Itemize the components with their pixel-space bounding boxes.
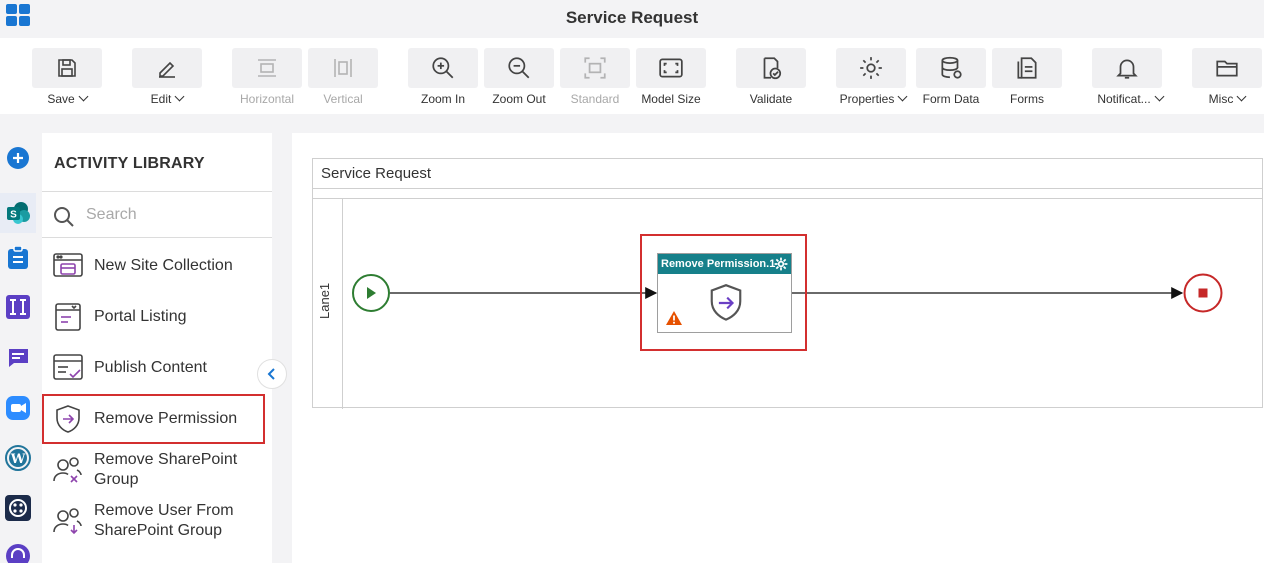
portal-listing-icon: [55, 303, 81, 331]
search-input[interactable]: [86, 206, 256, 224]
model-size-label[interactable]: Model Size: [636, 92, 706, 106]
library-title: ACTIVITY LIBRARY: [54, 155, 205, 172]
zoom-out-label[interactable]: Zoom Out: [484, 92, 554, 106]
svg-text:W: W: [10, 452, 26, 467]
zoom-in-button[interactable]: [408, 48, 478, 88]
stop-icon: [1198, 288, 1208, 298]
notifications-label[interactable]: Notificat...: [1090, 91, 1170, 106]
start-event[interactable]: [352, 274, 390, 312]
left-rail: S W: [0, 133, 36, 563]
process-canvas[interactable]: Service Request Lane1 Remove Permission.…: [292, 133, 1264, 563]
standard-size-icon: [584, 57, 606, 79]
chat-icon[interactable]: [5, 345, 31, 371]
horizontal-label: Horizontal: [239, 92, 295, 106]
shield-icon: [56, 405, 80, 433]
activity-header: Remove Permission.1: [658, 254, 791, 274]
forms-button[interactable]: [992, 48, 1062, 88]
toolbar: Save Edit Horizontal Vertical Zoom In Zo…: [0, 38, 1264, 114]
library-item-remove-user-from-sharepoint-group[interactable]: Remove User From SharePoint Group: [42, 496, 272, 546]
bell-icon: [1116, 59, 1138, 79]
library-item-label: New Site Collection: [94, 257, 233, 274]
document-icon: [52, 556, 84, 563]
model-size-button[interactable]: [636, 48, 706, 88]
remove-user-icon: [53, 508, 82, 535]
library-item-label: Remove SharePoint Group: [94, 451, 238, 488]
sharepoint-icon[interactable]: S: [0, 193, 36, 233]
svg-text:S: S: [10, 210, 17, 221]
validate-button[interactable]: [736, 48, 806, 88]
vertical-button[interactable]: [308, 48, 378, 88]
folder-icon: [1216, 60, 1238, 77]
wordpress-icon[interactable]: W: [5, 445, 31, 471]
support-icon[interactable]: [5, 543, 31, 563]
zoom-out-button[interactable]: [484, 48, 554, 88]
database-icon: [941, 56, 962, 79]
form-data-button[interactable]: [916, 48, 986, 88]
activity-remove-permission[interactable]: Remove Permission.1: [657, 253, 792, 333]
library-item-portal-listing[interactable]: Portal Listing: [42, 292, 272, 342]
site-collection-icon: [53, 253, 83, 277]
window-title: Service Request: [565, 8, 699, 27]
edit-button[interactable]: [132, 48, 202, 88]
remove-group-icon: [53, 457, 82, 483]
library-item-label: Remove Permission: [94, 410, 238, 427]
pencil-icon: [159, 61, 175, 78]
vertical-align-icon: [334, 59, 352, 77]
add-icon[interactable]: [5, 145, 31, 171]
shield-icon: [710, 284, 742, 321]
zoom-icon[interactable]: [5, 395, 31, 421]
clipboard-icon[interactable]: [5, 245, 31, 271]
validate-label[interactable]: Validate: [736, 92, 806, 106]
activity-title: Remove Permission.1: [661, 258, 776, 270]
misc-button[interactable]: [1192, 48, 1262, 88]
horizontal-align-icon: [258, 59, 276, 77]
divider: [42, 237, 272, 238]
edit-label[interactable]: Edit: [132, 91, 202, 106]
save-label[interactable]: Save: [32, 91, 102, 106]
divider: [42, 191, 272, 192]
search-icon: [54, 207, 74, 227]
text-icon[interactable]: [6, 295, 30, 319]
fit-screen-icon: [659, 58, 683, 78]
validate-icon: [763, 57, 782, 80]
forms-label[interactable]: Forms: [992, 92, 1062, 106]
gear-icon[interactable]: [774, 257, 788, 271]
gear-icon: [860, 57, 882, 79]
notifications-button[interactable]: [1092, 48, 1162, 88]
dial-icon[interactable]: [5, 495, 31, 521]
misc-label[interactable]: Misc: [1192, 91, 1262, 106]
form-data-label[interactable]: Form Data: [916, 92, 986, 106]
title-bar: Service Request: [0, 0, 1264, 38]
library-item-new-site-collection[interactable]: New Site Collection: [42, 241, 272, 291]
end-event[interactable]: [1183, 273, 1223, 313]
library-item-partial[interactable]: [42, 547, 272, 563]
library-item-remove-permission[interactable]: Remove Permission: [42, 394, 265, 444]
save-button[interactable]: [32, 48, 102, 88]
standard-label: Standard: [570, 92, 620, 106]
library-item-publish-content[interactable]: Publish Content: [42, 343, 272, 393]
chevron-left-icon: [267, 368, 275, 380]
standard-button[interactable]: [560, 48, 630, 88]
warning-icon[interactable]: [665, 310, 683, 326]
forms-icon: [1017, 57, 1037, 79]
library-item-label: Portal Listing: [94, 308, 187, 325]
save-icon: [58, 59, 76, 77]
collapse-library-button[interactable]: [257, 359, 287, 389]
zoom-in-icon: [432, 57, 454, 79]
library-item-label: Publish Content: [94, 359, 207, 376]
activity-library: ACTIVITY LIBRARY New Site Collection Por…: [42, 133, 272, 563]
library-item-label: Remove User From SharePoint Group: [94, 502, 234, 539]
publish-content-icon: [53, 354, 83, 380]
zoom-in-label[interactable]: Zoom In: [408, 92, 478, 106]
properties-button[interactable]: [836, 48, 906, 88]
horizontal-button[interactable]: [232, 48, 302, 88]
library-item-remove-sharepoint-group[interactable]: Remove SharePoint Group: [42, 445, 272, 495]
library-search[interactable]: [52, 203, 262, 231]
zoom-out-icon: [508, 57, 530, 79]
properties-label[interactable]: Properties: [836, 91, 910, 106]
vertical-label: Vertical: [323, 92, 363, 106]
